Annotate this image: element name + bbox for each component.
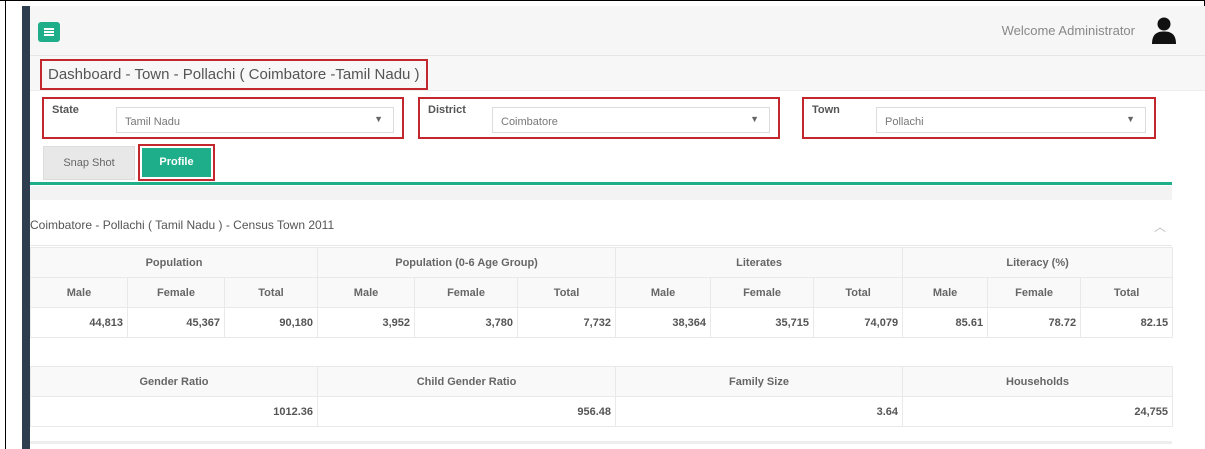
dropdown-caret-icon: ▼ [750, 114, 759, 124]
top-navbar: Welcome Administrator [30, 6, 1205, 56]
dropdown-caret-icon: ▼ [1126, 114, 1135, 124]
section-divider [30, 186, 1172, 200]
column-header: Male [615, 277, 712, 308]
column-header: Female [414, 277, 519, 308]
column-header: Female [127, 277, 225, 308]
sidebar-edge [22, 6, 30, 449]
column-header: Total [1080, 277, 1174, 308]
table-cell: 35,715 [710, 307, 815, 338]
panel-title: Coimbatore - Pollachi ( Tamil Nadu ) - C… [30, 218, 335, 232]
user-silhouette-icon[interactable] [1151, 16, 1177, 44]
column-header: Female [710, 277, 815, 308]
group-header: Literates [615, 247, 904, 278]
tab-snap-shot[interactable]: Snap Shot [43, 146, 135, 180]
town-label: Town [812, 104, 840, 116]
menu-toggle-button[interactable] [38, 22, 60, 42]
table-cell: 82.15 [1080, 307, 1174, 338]
census-table: Population Population (0-6 Age Group) Li… [29, 247, 1174, 338]
table-cell: 44,813 [30, 307, 128, 338]
district-filter: District Coimbatore ▼ [418, 97, 780, 139]
group-header: Population [29, 247, 319, 278]
group-header: Literacy (%) [902, 247, 1174, 278]
table-cell: 45,367 [127, 307, 225, 338]
column-header: Male [30, 277, 128, 308]
district-label: District [428, 104, 466, 116]
state-filter: State Tamil Nadu ▼ [42, 97, 404, 139]
district-select[interactable]: Coimbatore ▼ [492, 107, 770, 133]
dashboard-app: Welcome Administrator Dashboard - Town -… [29, 6, 1205, 449]
column-header: Households [902, 366, 1173, 397]
state-label: State [52, 104, 79, 116]
tab-underline [30, 182, 1172, 185]
tab-profile[interactable]: Profile [138, 144, 215, 181]
group-header-row: Population Population (0-6 Age Group) Li… [29, 247, 1174, 278]
column-header: Total [813, 277, 904, 308]
panel-bottom-border [30, 441, 1172, 444]
table-cell: 7,732 [517, 307, 617, 338]
table-row: 44,813 45,367 90,180 3,952 3,780 7,732 3… [30, 307, 1174, 338]
table-cell: 3.64 [615, 396, 903, 427]
table-cell: 1012.36 [30, 396, 318, 427]
column-header: Male [317, 277, 416, 308]
table-cell: 90,180 [223, 307, 319, 338]
dropdown-caret-icon: ▼ [374, 114, 383, 124]
state-value: Tamil Nadu [125, 116, 181, 128]
table-cell: 74,079 [813, 307, 904, 338]
table-cell: 78.72 [987, 307, 1082, 338]
hamburger-icon [44, 28, 54, 36]
town-select[interactable]: Pollachi ▼ [876, 107, 1146, 133]
page-title: Dashboard - Town - Pollachi ( Coimbatore… [40, 59, 428, 90]
column-header: Female [987, 277, 1082, 308]
town-filter: Town Pollachi ▼ [802, 97, 1156, 139]
collapse-chevron-icon[interactable]: ︿ [1154, 218, 1166, 235]
table-cell: 38,364 [615, 307, 712, 338]
group-header: Population (0-6 Age Group) [317, 247, 617, 278]
district-value: Coimbatore [501, 116, 558, 128]
ratio-table: Gender Ratio Child Gender Ratio Family S… [30, 366, 1173, 427]
tab-profile-label: Profile [142, 148, 211, 177]
column-header: Total [517, 277, 617, 308]
column-header: Child Gender Ratio [317, 366, 616, 397]
column-header: Family Size [615, 366, 903, 397]
ratio-header-row: Gender Ratio Child Gender Ratio Family S… [30, 366, 1173, 397]
column-header: Gender Ratio [30, 366, 318, 397]
document-frame-left [5, 0, 6, 449]
state-select[interactable]: Tamil Nadu ▼ [116, 107, 394, 133]
census-panel-header: Coimbatore - Pollachi ( Tamil Nadu ) - C… [30, 206, 1172, 246]
table-cell: 3,780 [414, 307, 519, 338]
table-cell: 24,755 [902, 396, 1173, 427]
table-cell: 3,952 [317, 307, 416, 338]
column-header: Total [223, 277, 319, 308]
table-cell: 956.48 [317, 396, 616, 427]
table-cell: 85.61 [902, 307, 989, 338]
table-row: 1012.36 956.48 3.64 24,755 [30, 396, 1173, 427]
town-value: Pollachi [885, 116, 924, 128]
welcome-text: Welcome Administrator [1001, 23, 1135, 38]
column-header: Male [902, 277, 989, 308]
sub-header-row: Male Female Total Male Female Total Male… [30, 277, 1174, 308]
